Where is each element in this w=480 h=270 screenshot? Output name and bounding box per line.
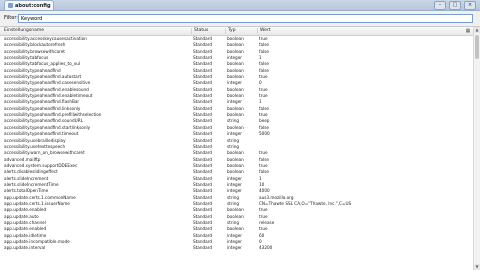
table-body: accessibility.accesskeycausesactivation S…	[0, 36, 474, 252]
pref-name-cell: app.update.interval	[4, 245, 46, 251]
pref-status-cell: Standard	[193, 245, 213, 251]
column-header-value[interactable]: Wert	[257, 28, 460, 34]
window-controls: – □ ×	[434, 1, 476, 10]
tab-title: about:config	[15, 2, 51, 9]
filter-input[interactable]	[18, 14, 473, 23]
scroll-down-icon[interactable]: ▼	[474, 264, 480, 270]
vertical-scrollbar[interactable]: ▲ ▼	[473, 27, 480, 270]
filter-label: Filter:	[4, 15, 18, 21]
table-header: Einstellungsname Status Typ Wert ▦	[0, 27, 474, 36]
page-icon	[8, 3, 13, 8]
column-header-name[interactable]: Einstellungsname	[4, 28, 184, 34]
column-picker-icon[interactable]: ▦	[465, 28, 471, 34]
tab-strip: about:config – □ ×	[0, 0, 480, 11]
pref-type-cell: integer	[227, 245, 242, 251]
column-header-status[interactable]: Status	[191, 28, 224, 34]
filter-bar: Filter:	[0, 11, 480, 27]
column-header-type[interactable]: Typ	[225, 28, 258, 34]
scroll-up-icon[interactable]: ▲	[474, 27, 480, 33]
tab-about-config[interactable]: about:config	[4, 0, 54, 10]
pref-value-cell: 43200	[259, 245, 273, 251]
preferences-table: Einstellungsname Status Typ Wert ▦ acces…	[0, 27, 474, 270]
maximize-icon[interactable]: □	[449, 1, 461, 10]
scroll-thumb[interactable]	[475, 35, 479, 59]
close-icon[interactable]: ×	[464, 1, 476, 10]
minimize-icon[interactable]: –	[434, 1, 446, 10]
table-row[interactable]: app.update.interval Standard integer 43200	[0, 245, 474, 251]
